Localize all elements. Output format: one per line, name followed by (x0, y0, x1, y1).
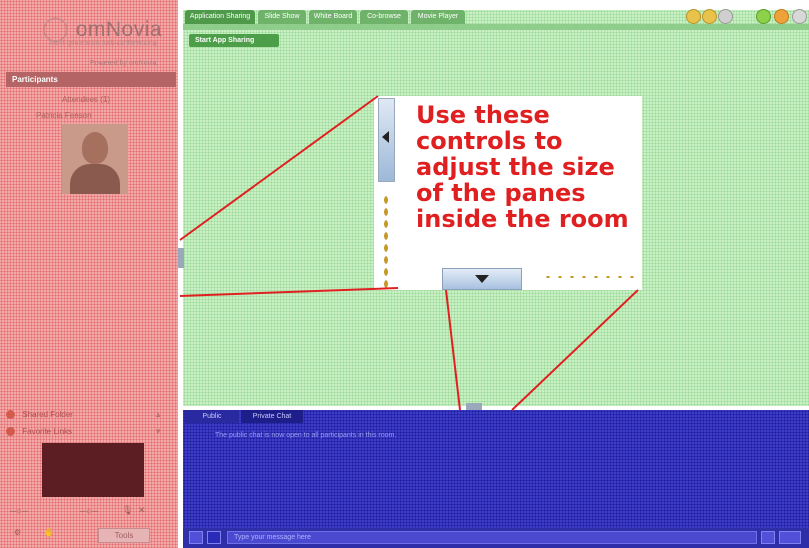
info-icon[interactable] (702, 9, 717, 24)
powered-by: Powered by omNovia (90, 60, 157, 67)
participant-name: Patricia Fenson (36, 111, 92, 120)
sidebar-resize-handle[interactable] (178, 248, 184, 268)
help-icon[interactable] (686, 9, 701, 24)
horizontal-grip-icon (542, 274, 638, 280)
maximize-icon[interactable] (774, 9, 789, 24)
emoticon-icon[interactable] (189, 531, 203, 544)
participant-avatar (62, 124, 128, 194)
tab-application-sharing[interactable]: Application Sharing (185, 10, 255, 24)
arrow-down-icon (475, 275, 489, 283)
pane-resize-handle-zoom (378, 98, 395, 182)
chat-message: The public chat is now open to all parti… (215, 432, 397, 439)
tab-white-board[interactable]: White Board (309, 10, 357, 24)
volume-slider[interactable]: ─○─ (10, 506, 28, 516)
pane-resize-handle-zoom-bottom (442, 268, 522, 290)
chat-input-bar: Type your message here (183, 528, 809, 548)
bottom-controls: ⚙ ✋ Tools (10, 528, 170, 543)
start-app-sharing-button[interactable]: Start App Sharing (189, 34, 279, 47)
callout-line: adjust the size (416, 153, 615, 181)
callout-line: inside the room (416, 205, 629, 233)
settings-icon[interactable] (718, 9, 733, 24)
hand-icon[interactable]: ✋ (44, 528, 54, 537)
settings-icon[interactable]: ⚙ (14, 528, 21, 537)
shared-folder-panel[interactable]: Shared Folder ▲ (6, 408, 172, 422)
participant-group-label: Attendees (1) (62, 95, 111, 104)
close-icon[interactable] (792, 9, 807, 24)
tab-private-chat[interactable]: Private Chat (241, 410, 303, 423)
logo-mark-icon: ◯ (42, 15, 70, 42)
participant-group[interactable]: Attendees (1) (14, 95, 110, 104)
volume-controls: ─○─ ─○─ 🎙 ✕ (10, 505, 170, 518)
chat-message-input[interactable]: Type your message here (227, 531, 757, 544)
callout-text: Use these controls to adjust the size of… (416, 102, 629, 232)
tab-slide-show[interactable]: Slide Show (258, 10, 306, 24)
mic-slider[interactable]: ─○─ (80, 506, 98, 516)
folder-icon (6, 410, 15, 420)
tools-button[interactable]: Tools (98, 528, 150, 543)
tab-movie-player[interactable]: Movie Player (411, 10, 465, 24)
send-button[interactable] (779, 531, 801, 544)
chat-resize-handle[interactable] (466, 403, 482, 410)
tab-public-chat[interactable]: Public (185, 410, 239, 423)
callout-line: Use these (416, 101, 550, 129)
window-controls (686, 9, 809, 25)
vertical-grip-icon (383, 194, 389, 290)
chat-pane: Public Private Chat The public chat is n… (183, 410, 809, 548)
favorite-links-panel[interactable]: Favorite Links ▼ (6, 425, 172, 439)
callout-line: of the panes (416, 179, 586, 207)
close-icon[interactable]: ✕ (138, 505, 146, 516)
participants-header[interactable]: Participants (6, 72, 176, 87)
tab-co-browse[interactable]: Co-browse (360, 10, 408, 24)
font-color-icon[interactable] (207, 531, 221, 544)
video-preview (42, 443, 144, 497)
arrow-left-icon (382, 131, 389, 143)
participants-sidebar: ◯ omNovia Next-generation web conferenci… (0, 0, 178, 548)
brand-logo: ◯ omNovia (42, 14, 162, 43)
shared-folder-label: Shared Folder (22, 410, 73, 419)
chevron-up-icon[interactable]: ▲ (154, 408, 162, 422)
callout-line: controls to (416, 127, 563, 155)
participant-item[interactable]: Patricia Fenson (14, 111, 92, 120)
minimize-icon[interactable] (756, 9, 771, 24)
mic-icon[interactable]: 🎙 (122, 505, 133, 516)
brand-tagline: Next-generation web conferencing (50, 40, 157, 47)
link-icon (6, 427, 15, 437)
resize-callout: Use these controls to adjust the size of… (374, 96, 642, 290)
logo-text: omNovia (75, 18, 163, 41)
chevron-down-icon[interactable]: ▼ (154, 425, 162, 439)
chevron-down-icon[interactable] (761, 531, 775, 544)
favorite-links-label: Favorite Links (22, 427, 73, 436)
